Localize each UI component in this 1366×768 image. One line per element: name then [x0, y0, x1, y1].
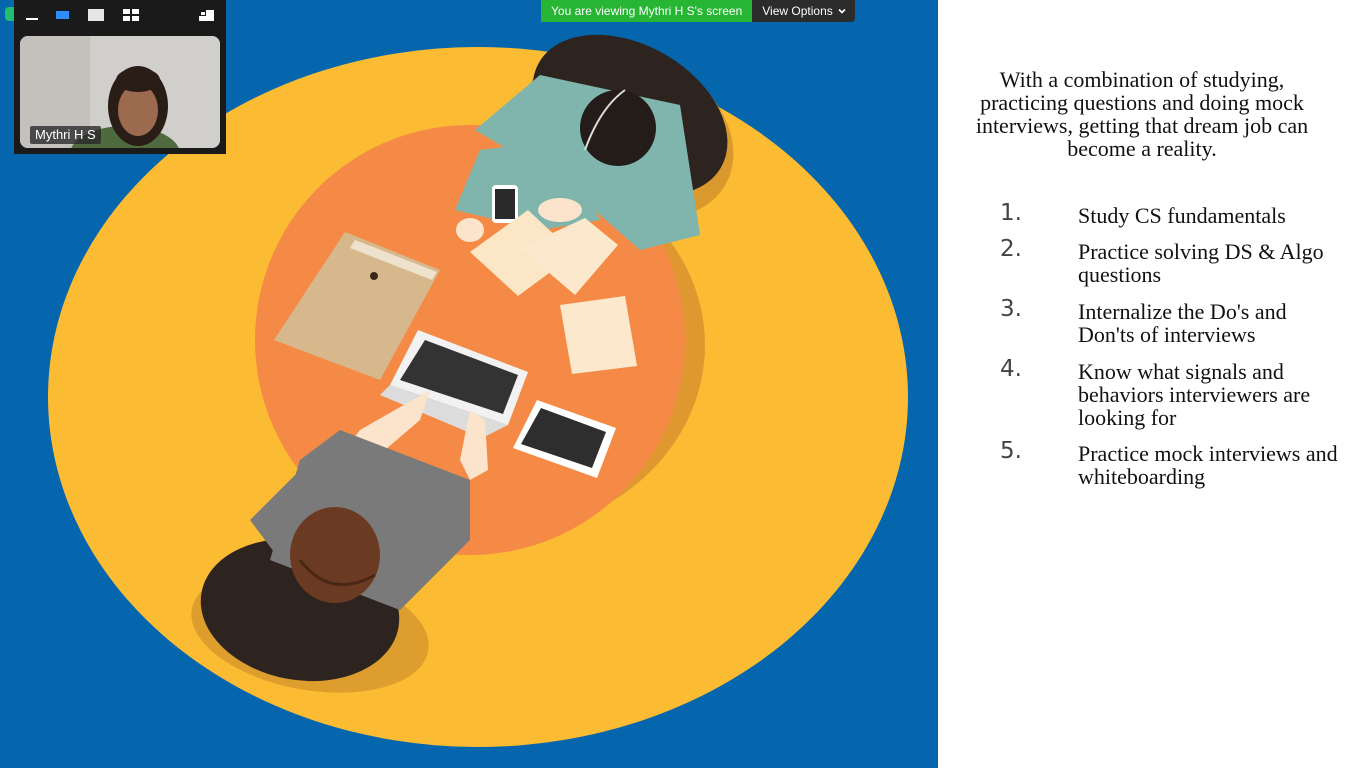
list-item-text: Internalize the Do's and Don'ts of inter… — [1078, 299, 1287, 347]
slide-intro-text: With a combination of studying, practici… — [975, 67, 1309, 161]
view-options-label: View Options — [762, 4, 833, 18]
list-item: 5. Practice mock interviews and whiteboar… — [1000, 438, 1340, 489]
exit-fullscreen-button[interactable] — [197, 6, 217, 24]
gallery-view-button[interactable] — [121, 6, 141, 24]
list-item-number: 3. — [1000, 296, 1022, 322]
viewing-status-label: You are viewing Mythri H S's screen — [541, 0, 753, 22]
gallery-view-icon — [123, 9, 139, 21]
security-shield-icon — [5, 7, 14, 21]
minimize-button[interactable] — [22, 6, 42, 24]
video-only-view-button[interactable] — [86, 6, 106, 24]
steps-list: 1. Study CS fundamentals 2. Practice solvi… — [1000, 200, 1340, 489]
list-item-text: Practice solving DS & Algo questions — [1078, 239, 1324, 287]
list-item-text: Practice mock interviews and whiteboardi… — [1078, 441, 1338, 489]
participant-name-tag: Mythri H S — [30, 126, 101, 144]
list-item: 2. Practice solving DS & Algo questions — [1000, 236, 1340, 287]
list-item-number: 5. — [1000, 438, 1022, 464]
minimize-icon — [26, 18, 38, 20]
list-item: 3. Internalize the Do's and Don'ts of int… — [1000, 296, 1340, 347]
view-options-button[interactable]: View Options — [752, 0, 855, 22]
chevron-down-icon — [838, 8, 846, 14]
video-only-view-icon — [88, 9, 104, 21]
list-item-number: 2. — [1000, 236, 1022, 262]
floating-video-panel[interactable]: Mythri H S — [14, 0, 226, 154]
active-speaker-view-icon — [56, 11, 69, 19]
screen-share-banner: You are viewing Mythri H S's screen View… — [541, 0, 855, 22]
list-item-text: Know what signals and behaviors intervie… — [1078, 359, 1311, 430]
active-speaker-view-button[interactable] — [53, 6, 73, 24]
list-item-text: Study CS fundamentals — [1078, 203, 1286, 228]
exit-fullscreen-icon — [199, 10, 214, 21]
slide-text-panel: With a combination of studying, practici… — [938, 0, 1366, 768]
participant-video[interactable]: Mythri H S — [20, 36, 220, 148]
list-item-number: 1. — [1000, 200, 1022, 226]
video-panel-toolbar — [14, 0, 226, 30]
list-item: 1. Study CS fundamentals — [1000, 200, 1340, 228]
list-item-number: 4. — [1000, 356, 1022, 382]
list-item: 4. Know what signals and behaviors interv… — [1000, 356, 1340, 430]
